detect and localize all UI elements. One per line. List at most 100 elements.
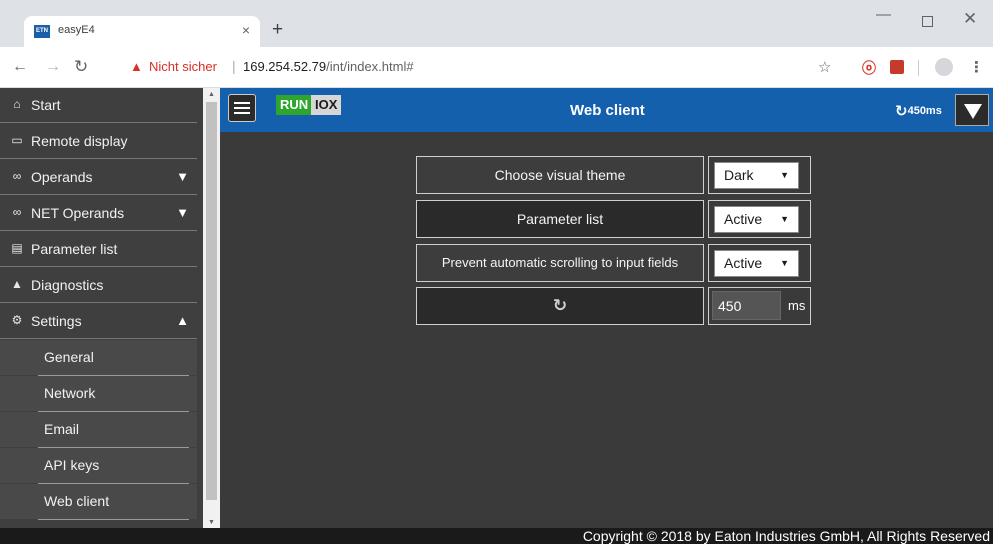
scroll-up-arrow-icon[interactable]: ▲ <box>208 91 215 98</box>
url-separator: | <box>232 58 236 74</box>
security-warning-label[interactable]: Nicht sicher <box>149 59 217 74</box>
chevron-up-icon[interactable]: ▲ <box>176 313 189 328</box>
sidebar-item-remote-display[interactable]: ▭ Remote display <box>0 124 197 159</box>
theme-control: Dark ▼ <box>708 156 811 194</box>
new-tab-icon[interactable]: + <box>272 20 283 40</box>
menu-bar <box>234 107 250 109</box>
chevron-down-icon[interactable]: ▼ <box>176 205 189 220</box>
sidebar-subitem-general[interactable]: General <box>0 340 197 376</box>
sidebar-subitem-label: API keys <box>44 457 100 473</box>
maximize-icon[interactable] <box>922 16 933 27</box>
refresh-interval-control: 450 ms <box>708 287 811 325</box>
scroll-down-arrow-icon[interactable]: ▼ <box>208 519 215 526</box>
menu-bar <box>234 102 250 104</box>
monitor-icon: ▭ <box>11 133 23 147</box>
select-caret-icon: ▼ <box>780 214 789 224</box>
refresh-icon: ↻ <box>552 296 568 315</box>
prevent-scroll-select-value: Active <box>724 255 763 271</box>
theme-label: Choose visual theme <box>416 156 704 194</box>
app-header: RUN IOX Web client ↻450ms <box>220 88 993 132</box>
app-container: ⌂ Start ▭ Remote display ∞ Operands ▼ ∞ … <box>0 88 993 544</box>
select-caret-icon: ▼ <box>780 170 789 180</box>
sidebar-subitem-api-keys[interactable]: API keys <box>0 448 197 484</box>
prevent-scroll-label: Prevent automatic scrolling to input fie… <box>416 244 704 282</box>
pdf-extension-icon[interactable] <box>890 60 904 74</box>
warning-icon: ▲ <box>11 277 23 291</box>
sidebar-subitem-network[interactable]: Network <box>0 376 197 412</box>
parameter-list-select[interactable]: Active ▼ <box>714 206 799 233</box>
main-content: Choose visual theme Dark ▼ Parameter list… <box>220 132 993 528</box>
back-icon[interactable]: ← <box>12 58 28 76</box>
refresh-interval-input[interactable]: 450 <box>712 291 781 320</box>
prevent-scroll-control: Active ▼ <box>708 244 811 282</box>
insecure-warning-icon[interactable]: ▲ <box>130 59 143 74</box>
theme-select-value: Dark <box>724 167 754 183</box>
header-dropdown-button[interactable] <box>955 94 989 126</box>
sidebar-item-label: Operands <box>31 169 93 185</box>
infinity-icon: ∞ <box>12 205 22 219</box>
url-field[interactable]: 169.254.52.79/int/index.html# <box>243 59 414 74</box>
sidebar-item-label: NET Operands <box>31 205 125 221</box>
run-status-badge[interactable]: RUN <box>276 95 313 115</box>
tab-title: easyE4 <box>58 24 95 36</box>
sidebar-subitem-label: Web client <box>44 493 110 509</box>
refresh-interval-label: ↻ <box>416 287 704 325</box>
sidebar-item-label: Diagnostics <box>31 277 104 293</box>
sidebar-item-net-operands[interactable]: ∞ NET Operands ▼ <box>0 196 197 231</box>
sidebar-subitem-email[interactable]: Email <box>0 412 197 448</box>
toolbar-divider <box>918 60 919 76</box>
sidebar-subitem-label: General <box>44 349 94 365</box>
chevron-down-icon[interactable]: ▼ <box>176 169 189 184</box>
parameter-list-label: Parameter list <box>416 200 704 238</box>
minimize-icon[interactable]: — <box>876 6 891 23</box>
sidebar-subitem-web-client[interactable]: Web client <box>0 484 197 520</box>
browser-menu-icon[interactable]: ⋮ <box>969 58 984 76</box>
address-bar: ← → ↻ ▲ Nicht sicher | 169.254.52.79/int… <box>0 47 993 88</box>
infinity-icon: ∞ <box>12 169 22 183</box>
divider <box>38 519 189 520</box>
browser-tab[interactable]: ETN easyE4 × <box>24 16 260 47</box>
forward-icon[interactable]: → <box>45 58 61 76</box>
profile-avatar-icon[interactable] <box>935 58 953 76</box>
refresh-rate-text: 450ms <box>907 105 942 117</box>
tab-close-icon[interactable]: × <box>242 22 250 38</box>
sidebar: ⌂ Start ▭ Remote display ∞ Operands ▼ ∞ … <box>0 88 203 528</box>
home-icon: ⌂ <box>13 97 21 111</box>
sidebar-item-label: Remote display <box>31 133 128 149</box>
sidebar-item-label: Settings <box>31 313 82 329</box>
triangle-down-icon <box>964 104 982 119</box>
extension-icon[interactable]: ⓞ <box>862 58 876 78</box>
refresh-icon: ↻ <box>895 103 908 120</box>
hamburger-menu-icon[interactable] <box>228 94 256 122</box>
sidebar-item-operands[interactable]: ∞ Operands ▼ <box>0 160 197 195</box>
gear-icon: ⚙ <box>11 313 23 327</box>
parameter-list-control: Active ▼ <box>708 200 811 238</box>
sidebar-item-start[interactable]: ⌂ Start <box>0 88 197 123</box>
iox-status-badge[interactable]: IOX <box>311 95 342 115</box>
sidebar-item-parameter-list[interactable]: ▤ Parameter list <box>0 232 197 267</box>
menu-bar <box>234 112 250 114</box>
sidebar-subitem-label: Email <box>44 421 80 437</box>
sidebar-subitem-label: Network <box>44 385 96 401</box>
sidebar-item-diagnostics[interactable]: ▲ Diagnostics <box>0 268 197 303</box>
bookmark-star-icon[interactable]: ☆ <box>818 58 831 76</box>
browser-titlebar: ETN easyE4 × + — ✕ <box>0 0 993 47</box>
close-window-icon[interactable]: ✕ <box>963 9 977 29</box>
list-icon: ▤ <box>11 241 23 255</box>
reload-icon[interactable]: ↻ <box>74 58 88 76</box>
sidebar-scrollbar[interactable]: ▲ ▼ <box>203 88 220 528</box>
theme-select[interactable]: Dark ▼ <box>714 162 799 189</box>
footer: Copyright © 2018 by Eaton Industries Gmb… <box>0 528 993 544</box>
parameter-list-select-value: Active <box>724 211 763 227</box>
sidebar-item-label: Parameter list <box>31 241 118 257</box>
url-host: 169.254.52.79 <box>243 59 327 74</box>
prevent-scroll-select[interactable]: Active ▼ <box>714 250 799 277</box>
sidebar-item-settings[interactable]: ⚙ Settings ▲ <box>0 304 197 339</box>
eaton-favicon-icon: ETN <box>34 25 50 38</box>
page-title: Web client <box>570 102 645 119</box>
url-path: /int/index.html# <box>326 59 414 74</box>
sidebar-item-label: Start <box>31 97 61 113</box>
select-caret-icon: ▼ <box>780 258 789 268</box>
refresh-rate-indicator[interactable]: ↻450ms <box>895 102 942 120</box>
scroll-thumb[interactable] <box>206 102 217 500</box>
